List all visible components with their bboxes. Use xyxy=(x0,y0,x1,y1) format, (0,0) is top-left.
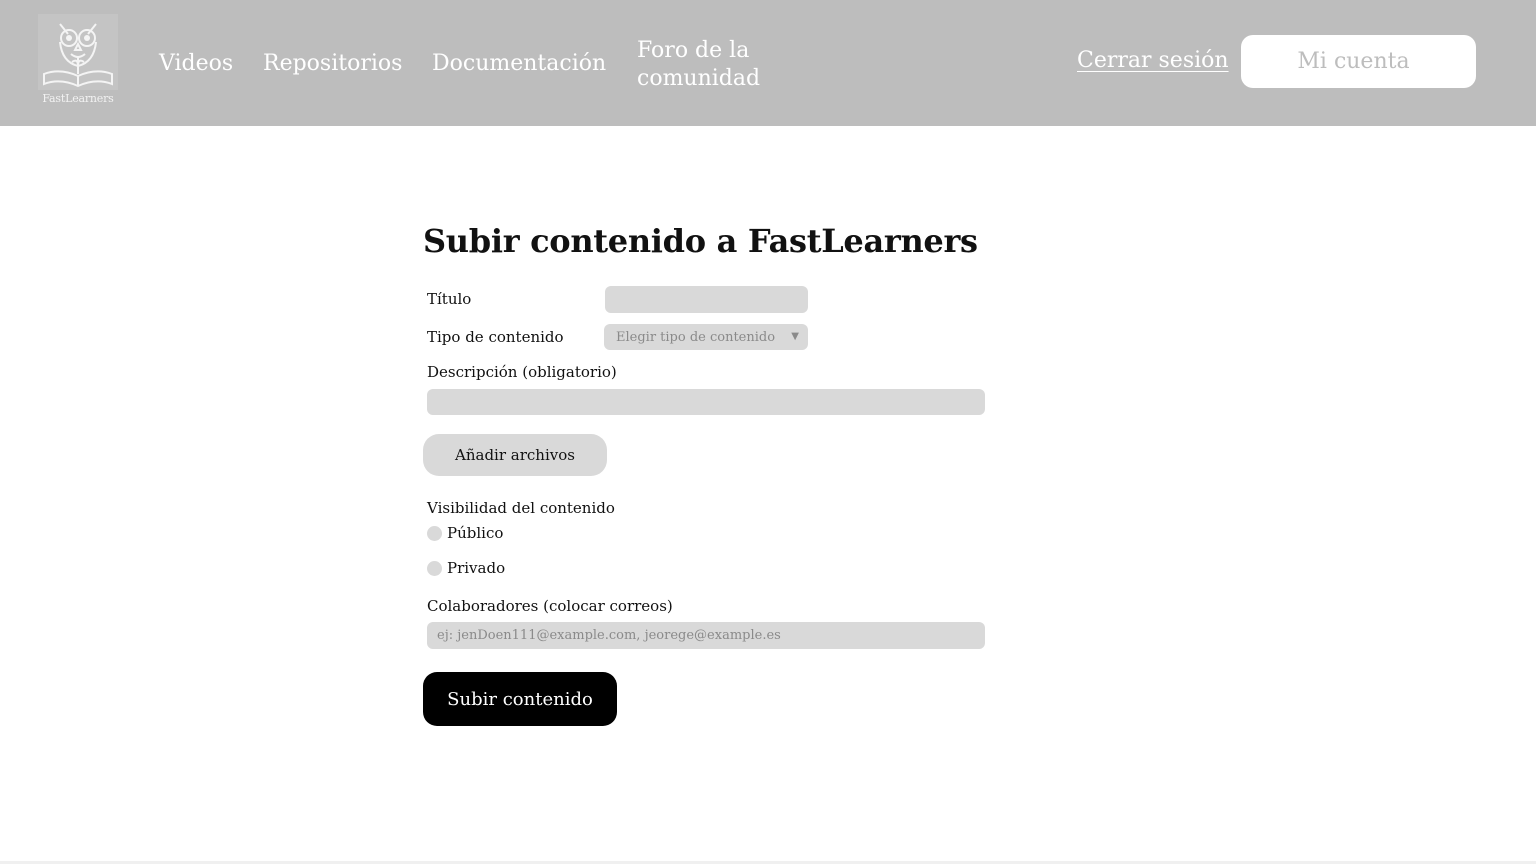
nav-foro-comunidad[interactable]: Foro de la comunidad xyxy=(637,37,777,93)
collaborators-input[interactable] xyxy=(427,622,985,649)
nav-videos[interactable]: Videos xyxy=(159,50,233,78)
radio-public[interactable] xyxy=(427,525,442,541)
page-title: Subir contenido a FastLearners xyxy=(423,222,978,260)
radio-private[interactable] xyxy=(427,560,442,576)
visibility-option-private[interactable]: Privado xyxy=(427,559,505,577)
description-input[interactable] xyxy=(427,389,985,415)
title-input[interactable] xyxy=(605,286,808,313)
fastlearners-logo[interactable]: FastLearners xyxy=(38,14,118,110)
top-navbar: FastLearners Videos Repositorios Documen… xyxy=(0,0,1536,126)
radio-private-label: Privado xyxy=(447,559,506,577)
nav-documentacion[interactable]: Documentación xyxy=(432,50,606,78)
description-label: Descripción (obligatorio) xyxy=(427,363,617,381)
content-type-selected: Elegir tipo de contenido xyxy=(616,329,776,345)
content-type-select[interactable]: Elegir tipo de contenido ▼ xyxy=(604,324,808,350)
collaborators-label: Colaboradores (colocar correos) xyxy=(427,597,673,615)
content-type-label: Tipo de contenido xyxy=(427,328,564,346)
visibility-option-public[interactable]: Público xyxy=(427,524,503,542)
logout-link[interactable]: Cerrar sesión xyxy=(1077,48,1229,73)
logo-text: FastLearners xyxy=(42,92,114,105)
nav-repositorios[interactable]: Repositorios xyxy=(263,50,402,78)
add-files-button[interactable]: Añadir archivos xyxy=(423,434,607,476)
radio-public-label: Público xyxy=(447,524,504,542)
triangle-down-icon: ▼ xyxy=(791,331,799,342)
submit-content-button[interactable]: Subir contenido xyxy=(423,672,617,726)
my-account-button[interactable]: Mi cuenta xyxy=(1241,35,1476,88)
visibility-label: Visibilidad del contenido xyxy=(427,499,615,517)
owl-book-logo-icon xyxy=(38,14,118,90)
title-label: Título xyxy=(427,290,472,308)
